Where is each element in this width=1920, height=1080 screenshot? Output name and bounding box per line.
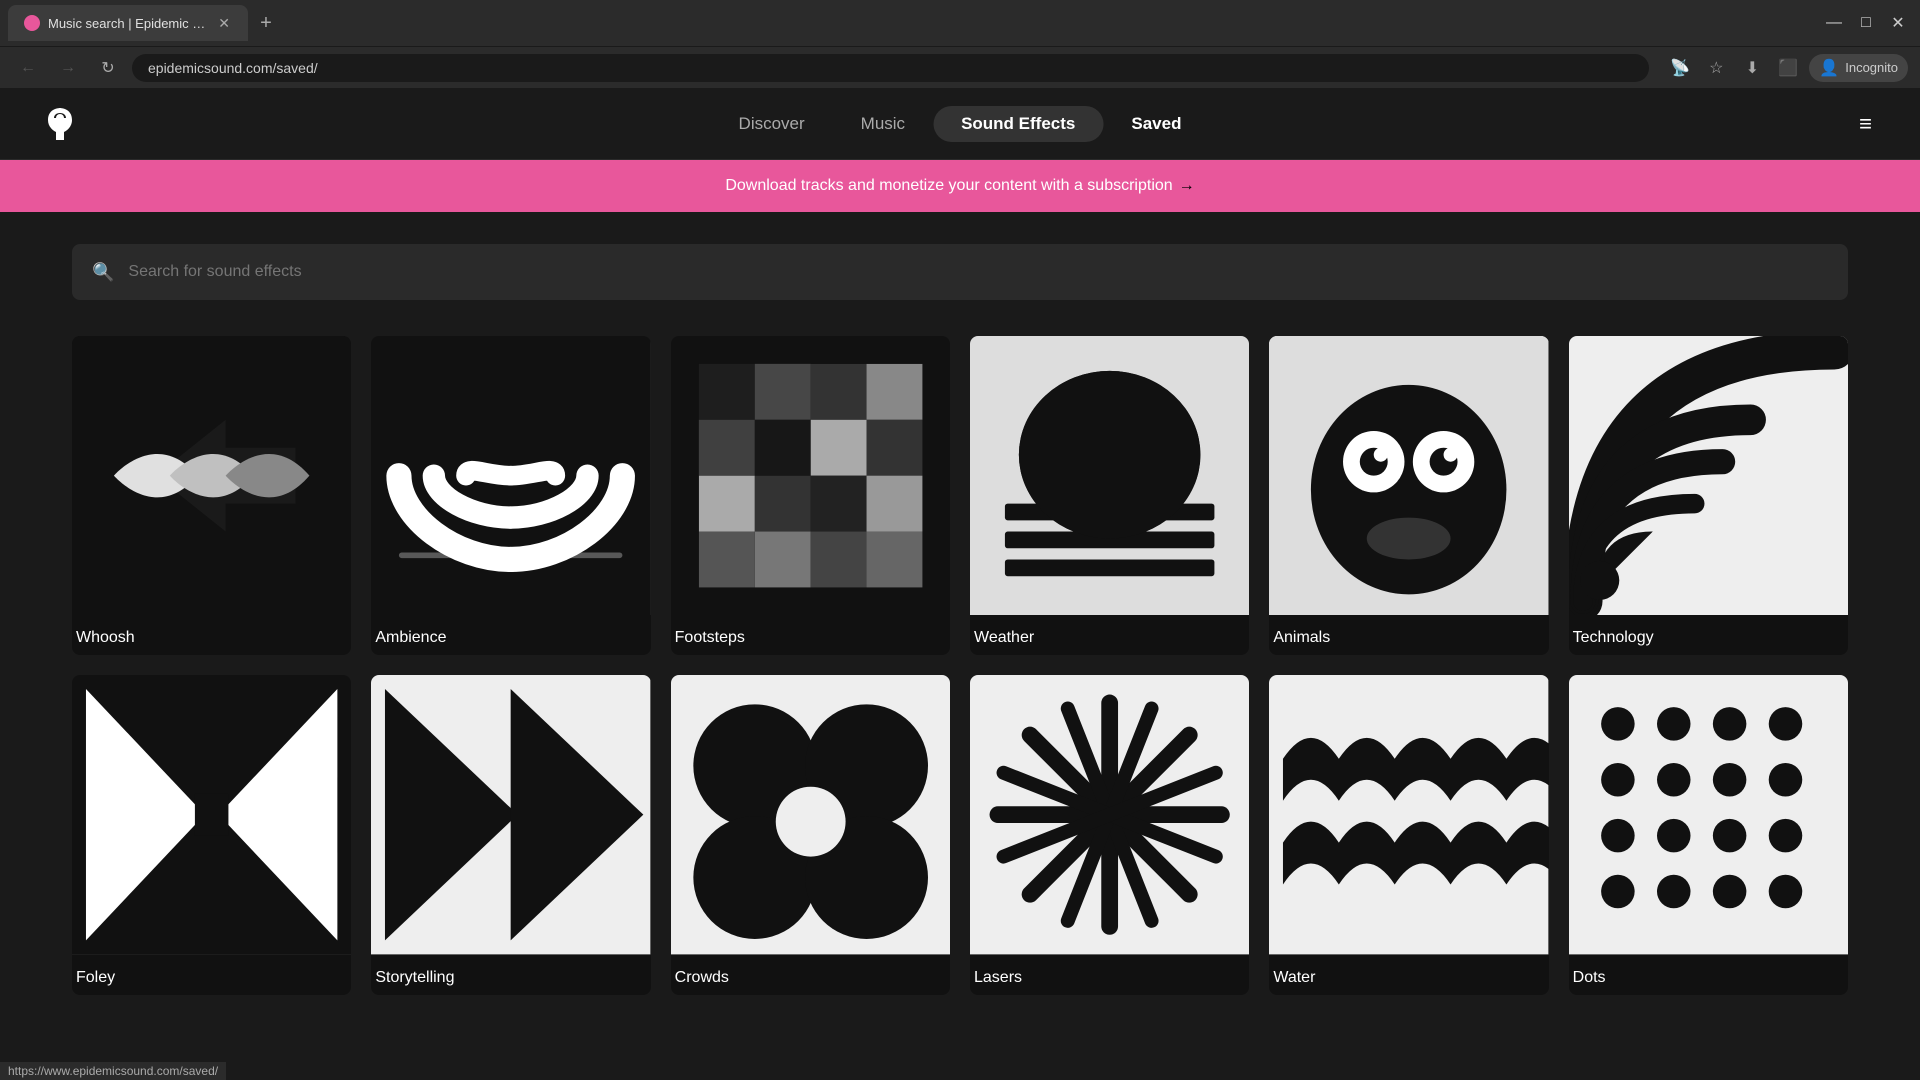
crowds-image bbox=[671, 675, 950, 954]
category-lasers[interactable]: Lasers bbox=[970, 675, 1249, 994]
category-ambience[interactable]: Ambience bbox=[371, 336, 650, 655]
category-whoosh[interactable]: Whoosh bbox=[72, 336, 351, 655]
ambience-label: Ambience bbox=[371, 615, 650, 655]
weather-image bbox=[970, 336, 1249, 615]
nav-sound-effects[interactable]: Sound Effects bbox=[933, 106, 1103, 142]
logo[interactable] bbox=[40, 104, 80, 144]
ambience-image bbox=[371, 336, 650, 615]
tab-title: Music search | Epidemic Sound bbox=[48, 16, 208, 31]
whoosh-label: Whoosh bbox=[72, 615, 351, 655]
lasers-label: Lasers bbox=[970, 955, 1249, 995]
foley-label: Foley bbox=[72, 955, 351, 995]
nav-music[interactable]: Music bbox=[833, 106, 933, 142]
active-tab[interactable]: Music search | Epidemic Sound ✕ bbox=[8, 5, 248, 41]
back-button[interactable]: ← bbox=[12, 52, 44, 84]
category-weather[interactable]: Weather bbox=[970, 336, 1249, 655]
cast-icon[interactable]: 📡 bbox=[1665, 53, 1695, 83]
technology-label: Technology bbox=[1569, 615, 1848, 655]
water-label: Water bbox=[1269, 955, 1548, 995]
nav-discover[interactable]: Discover bbox=[711, 106, 833, 142]
window-close-button[interactable]: ✕ bbox=[1884, 9, 1912, 37]
promo-banner[interactable]: Download tracks and monetize your conten… bbox=[0, 160, 1920, 212]
crowds-label: Crowds bbox=[671, 955, 950, 995]
animals-image bbox=[1269, 336, 1548, 615]
incognito-label: Incognito bbox=[1845, 60, 1898, 75]
whoosh-image bbox=[72, 336, 351, 615]
reload-button[interactable]: ↻ bbox=[92, 52, 124, 84]
menu-button[interactable]: ≡ bbox=[1851, 103, 1880, 145]
lasers-image bbox=[970, 675, 1249, 954]
category-dots[interactable]: Dots bbox=[1569, 675, 1848, 994]
extensions-icon[interactable]: ⬛ bbox=[1773, 53, 1803, 83]
technology-image bbox=[1569, 336, 1848, 615]
weather-label: Weather bbox=[970, 615, 1249, 655]
promo-arrow: → bbox=[1179, 177, 1195, 195]
category-grid: Whoosh bbox=[72, 336, 1848, 995]
category-footsteps[interactable]: Footsteps bbox=[671, 336, 950, 655]
dots-label: Dots bbox=[1569, 955, 1848, 995]
nav-saved[interactable]: Saved bbox=[1103, 106, 1209, 142]
foley-image bbox=[72, 675, 351, 954]
search-icon: 🔍 bbox=[92, 262, 114, 283]
footsteps-image bbox=[671, 336, 950, 615]
tab-favicon bbox=[24, 15, 40, 31]
footsteps-label: Footsteps bbox=[671, 615, 950, 655]
dots-image bbox=[1569, 675, 1848, 954]
category-storytelling[interactable]: Storytelling bbox=[371, 675, 650, 994]
address-bar[interactable] bbox=[132, 54, 1649, 82]
search-input[interactable] bbox=[128, 263, 1828, 281]
new-tab-button[interactable]: + bbox=[252, 9, 280, 37]
category-water[interactable]: Water bbox=[1269, 675, 1548, 994]
storytelling-label: Storytelling bbox=[371, 955, 650, 995]
storytelling-image bbox=[371, 675, 650, 954]
window-minimize-button[interactable]: — bbox=[1820, 9, 1848, 37]
promo-text: Download tracks and monetize your conten… bbox=[725, 177, 1172, 195]
window-maximize-button[interactable]: □ bbox=[1852, 9, 1880, 37]
search-bar: 🔍 bbox=[72, 244, 1848, 300]
bookmark-icon[interactable]: ☆ bbox=[1701, 53, 1731, 83]
category-crowds[interactable]: Crowds bbox=[671, 675, 950, 994]
status-bar: https://www.epidemicsound.com/saved/ bbox=[0, 1062, 226, 1080]
animals-label: Animals bbox=[1269, 615, 1548, 655]
category-animals[interactable]: Animals bbox=[1269, 336, 1548, 655]
water-image bbox=[1269, 675, 1548, 954]
category-foley[interactable]: Foley bbox=[72, 675, 351, 994]
category-technology[interactable]: Technology bbox=[1569, 336, 1848, 655]
incognito-badge[interactable]: 👤 Incognito bbox=[1809, 54, 1908, 82]
download-icon[interactable]: ⬇ bbox=[1737, 53, 1767, 83]
forward-button[interactable]: → bbox=[52, 52, 84, 84]
tab-close-button[interactable]: ✕ bbox=[216, 13, 232, 34]
status-url: https://www.epidemicsound.com/saved/ bbox=[8, 1064, 218, 1078]
